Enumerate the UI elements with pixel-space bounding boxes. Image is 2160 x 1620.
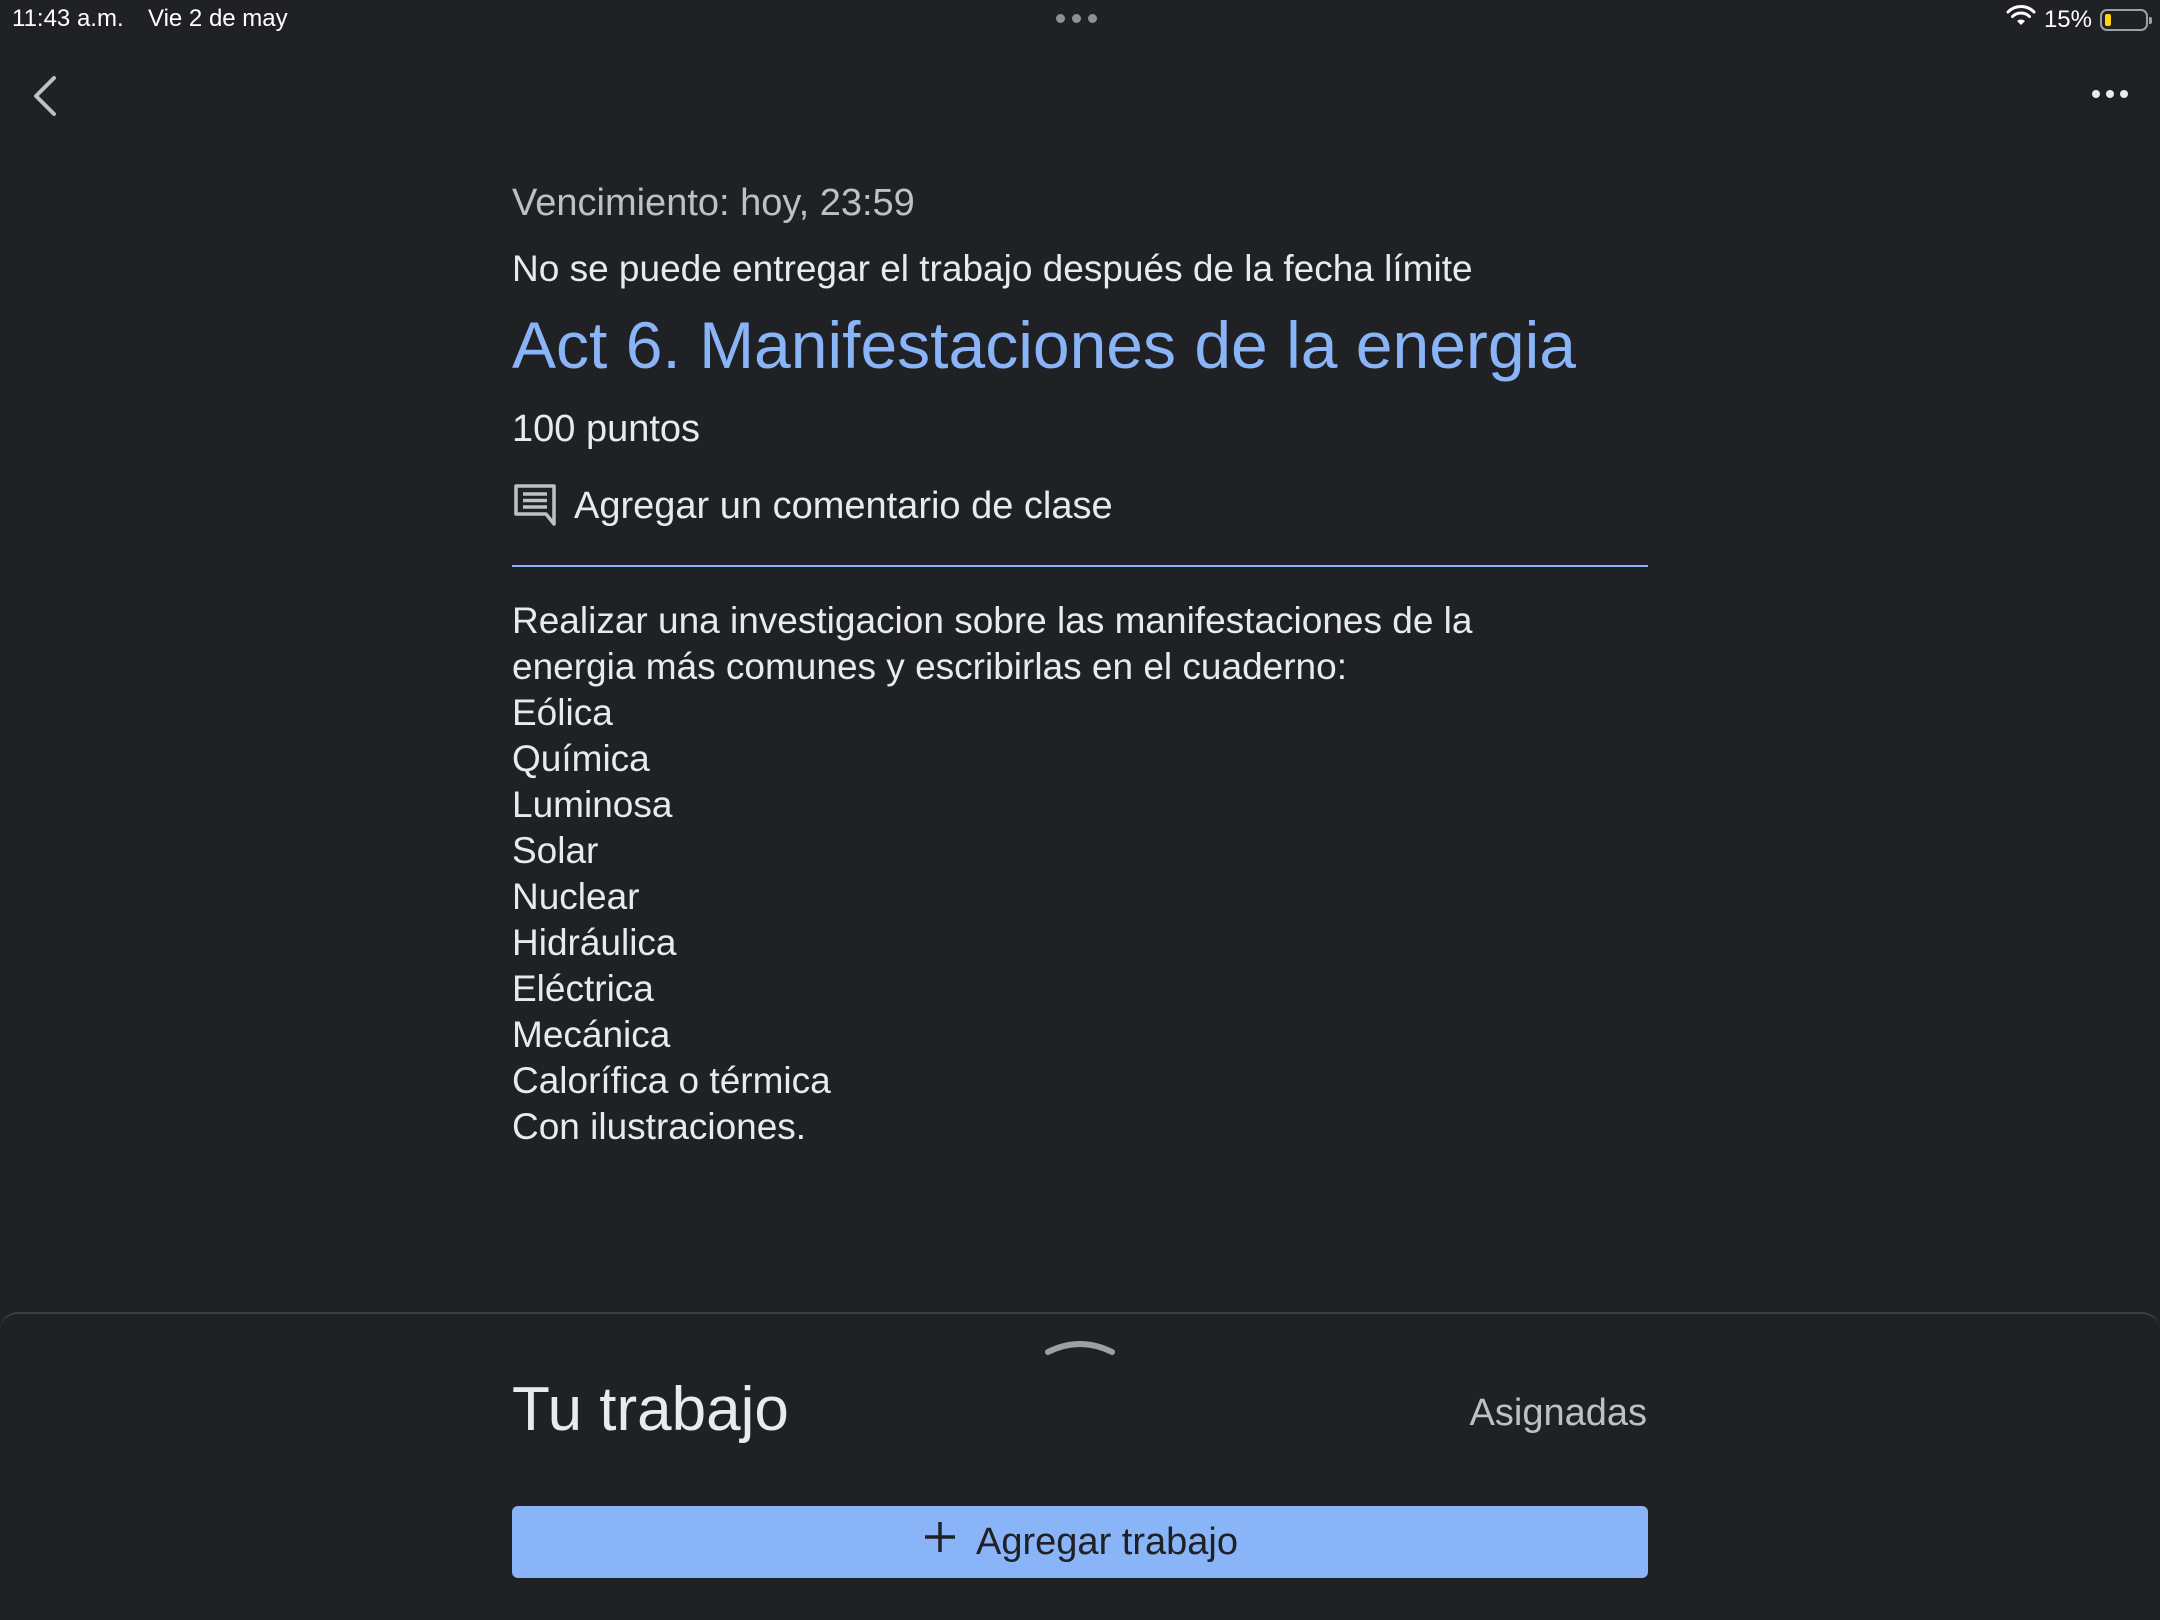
divider <box>512 565 1648 567</box>
description-line: Luminosa <box>512 784 673 825</box>
assignment-title: Act 6. Manifestaciones de la energia <box>512 308 1576 382</box>
back-button[interactable] <box>26 72 66 120</box>
add-class-comment-label: Agregar un comentario de clase <box>574 485 1113 527</box>
battery-level <box>2105 13 2111 26</box>
description-line: Mecánica <box>512 1014 671 1055</box>
expand-sheet-handle[interactable] <box>1044 1336 1116 1356</box>
description-line: Eólica <box>512 692 613 733</box>
due-date: Vencimiento: hoy, 23:59 <box>512 182 915 224</box>
battery-percent: 15% <box>2043 5 2092 33</box>
description-line: Hidráulica <box>512 922 677 963</box>
description-line: Eléctrica <box>512 968 654 1009</box>
assignment-points: 100 puntos <box>512 408 701 450</box>
status-bar: 11:43 a.m. Vie 2 de may 15% <box>0 0 2160 40</box>
chevron-up-icon <box>1045 1341 1115 1355</box>
status-time: 11:43 a.m. <box>12 5 124 32</box>
late-submission-notice: No se puede entregar el trabajo después … <box>512 248 1473 289</box>
comment-icon <box>512 482 558 531</box>
battery-icon <box>2100 8 2152 31</box>
more-horizontal-icon <box>2092 90 2100 98</box>
add-class-comment-button[interactable]: Agregar un comentario de clase <box>512 482 1113 531</box>
status-date: Vie 2 de may <box>148 5 288 32</box>
description-line: Nuclear <box>512 876 640 917</box>
wifi-icon <box>2006 4 2036 35</box>
multitasking-dots-icon[interactable] <box>1056 14 1097 23</box>
description-line: Con ilustraciones. <box>512 1106 807 1147</box>
add-work-button[interactable]: Agregar trabajo <box>512 1506 1648 1578</box>
description-line: Química <box>512 738 650 779</box>
work-status: Asignadas <box>1469 1392 1647 1434</box>
chevron-left-icon <box>34 76 56 116</box>
status-indicators: 15% <box>2006 4 2152 35</box>
your-work-sheet: Tu trabajo Asignadas Agregar trabajo <box>0 1312 2160 1620</box>
add-work-label: Agregar trabajo <box>976 1520 1238 1563</box>
more-options-button[interactable] <box>2088 82 2132 106</box>
your-work-title: Tu trabajo <box>512 1375 789 1444</box>
description-line: Solar <box>512 830 599 871</box>
plus-icon <box>922 1519 958 1565</box>
description-line: Calorífica o térmica <box>512 1060 831 1101</box>
description-line: energia más comunes y escribirlas en el … <box>512 646 1347 687</box>
description-line: Realizar una investigacion sobre las man… <box>512 600 1473 641</box>
assignment-description: Realizar una investigacion sobre las man… <box>512 598 1648 1150</box>
